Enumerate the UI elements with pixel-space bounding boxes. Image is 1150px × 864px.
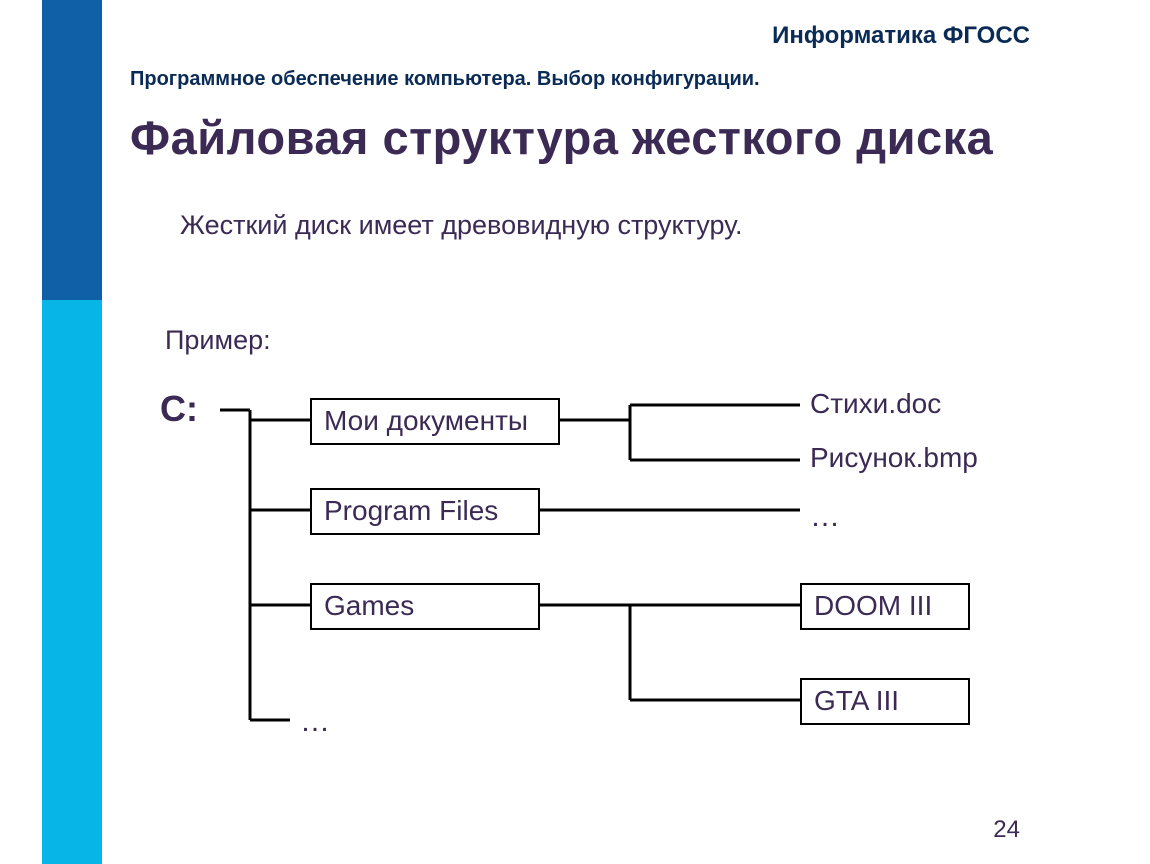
page-number: 24 — [993, 816, 1020, 844]
file-stihi-doc: Стихи.doc — [810, 388, 941, 420]
sidebar-band-darkblue — [42, 0, 102, 300]
folder-games: Games — [310, 583, 540, 630]
example-label: Пример: — [165, 325, 271, 356]
tree-root-label: C: — [160, 388, 198, 430]
file-tree-diagram: C: Мои документы Program Files Games … С… — [160, 380, 1120, 800]
folder-program-files: Program Files — [310, 488, 540, 535]
program-files-more: … — [810, 500, 840, 534]
intro-text: Жесткий диск имеет древовидную структуру… — [180, 210, 743, 241]
breadcrumb: Программное обеспечение компьютера. Выбо… — [130, 68, 760, 91]
folder-more: … — [300, 705, 330, 739]
folder-doom-iii: DOOM III — [800, 583, 970, 630]
page-title: Файловая структура жесткого диска — [130, 110, 993, 165]
sidebar-band-cyan — [42, 300, 102, 864]
folder-gta-iii: GTA III — [800, 678, 970, 725]
course-tag: Информатика ФГОСС — [772, 22, 1030, 50]
file-risunok-bmp: Рисунок.bmp — [810, 442, 978, 474]
folder-my-documents: Мои документы — [310, 398, 560, 445]
